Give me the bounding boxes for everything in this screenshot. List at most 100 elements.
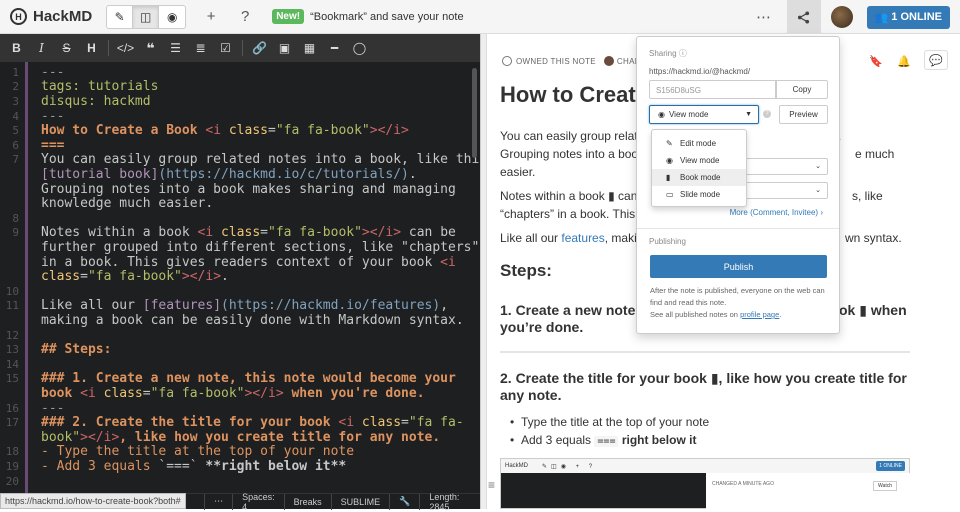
line-number: 15 [5, 372, 19, 385]
code-token: knowledge much easier. [41, 196, 214, 211]
line-number: 5 [12, 124, 19, 137]
copy-button[interactable]: Copy [776, 80, 828, 99]
code-line[interactable]: ### 2. Create the title for your book <i… [41, 415, 464, 430]
code-line[interactable]: class="fa fa-book"></i>. [41, 269, 229, 284]
code-line[interactable]: --- [41, 65, 64, 80]
bullet-list-button[interactable]: ☰ [163, 34, 188, 62]
image-button[interactable]: ▣ [272, 34, 297, 62]
code-line[interactable]: tags: tutorials [41, 79, 158, 94]
table-button[interactable]: ▦ [297, 34, 322, 62]
wrench-icon: 🔧 [399, 496, 411, 506]
chevron-down-icon: ⌄ [815, 187, 821, 194]
code-line[interactable]: disqus: hackmd [41, 94, 151, 109]
code-line[interactable]: Grouping notes into a book makes sharing… [41, 182, 456, 197]
code-line[interactable]: ## Steps: [41, 342, 111, 357]
keymap-setting[interactable]: SUBLIME [330, 493, 390, 510]
online-users-button[interactable]: 👥 1 ONLINE [866, 5, 950, 29]
profile-page-link[interactable]: profile page [740, 310, 779, 319]
navbar-right: ⋯ 👥 1 ONLINE [747, 0, 960, 34]
comments-button[interactable]: 💬 [924, 50, 948, 70]
line-breaks-toggle[interactable]: Breaks [283, 493, 331, 510]
view-mode-button[interactable]: ◉ [159, 6, 185, 28]
plus-icon: + [206, 8, 216, 25]
preferences-button[interactable]: 🔧 [389, 493, 419, 510]
preview-button[interactable]: Preview [779, 105, 828, 124]
mini-online-badge: 1 ONLINE [876, 461, 905, 471]
share-mode-option[interactable]: ▮ Book mode [652, 169, 746, 186]
code-line[interactable]: How to Create a Book <i class="fa fa-boo… [41, 123, 409, 138]
code-token: book [41, 386, 81, 401]
notifications-button[interactable]: 🔔 [890, 50, 918, 72]
user-avatar[interactable] [830, 6, 853, 28]
code-line[interactable]: book"></i>, like how you create title fo… [41, 430, 440, 445]
mini-icons: ✎◫◉ + ? [542, 463, 597, 470]
toolbar-divider [108, 40, 109, 56]
features-link[interactable]: features [561, 231, 604, 245]
share-icon [797, 10, 810, 24]
strikethrough-button[interactable]: S [54, 34, 79, 62]
more-permissions-link[interactable]: More (Comment, Invitee) › [730, 208, 823, 217]
bold-button[interactable]: B [4, 34, 29, 62]
mode-label: View mode [680, 156, 720, 165]
help-icon[interactable]: ? [763, 110, 771, 118]
share-mode-select[interactable]: ◉ View mode ▼ [649, 105, 759, 124]
share-button[interactable] [786, 0, 821, 34]
code-token: = [80, 269, 88, 284]
announcement-link[interactable]: “Bookmark” and save your note [310, 11, 463, 23]
code-line[interactable]: knowledge much easier. [41, 196, 213, 211]
horizontal-rule-button[interactable]: ━ [322, 34, 347, 62]
code-token: in a book. This gives readers context of… [41, 255, 441, 270]
columns-icon: ◫ [140, 9, 152, 24]
code-line[interactable]: Like all our [features](https://hackmd.i… [41, 298, 448, 313]
new-note-button[interactable]: + [194, 0, 228, 34]
checklist-button[interactable]: ☑ [213, 34, 238, 62]
document-length: Length: 2845 [419, 492, 480, 512]
heading-button[interactable]: H [79, 34, 104, 62]
code-token: , like how you create title for any note… [119, 430, 441, 445]
code-line[interactable]: ### 1. Create a new note, this note woul… [41, 371, 456, 386]
code-line[interactable]: [tutorial book](https://hackmd.io/c/tuto… [41, 167, 417, 182]
markdown-editor[interactable]: B I S H </> ❝ ☰ ≣ ☑ 🔗 ▣ ▦ ━ ◯ 12 3 45 67 89 1… [0, 34, 487, 512]
code-area[interactable]: 1 2 3 4 5 6 7 8 9 10 11 12 13 14 15 16 17 18 19 20 --- tags:… [0, 62, 487, 493]
help-button[interactable]: ? [228, 0, 262, 34]
pane-splitter[interactable] [480, 34, 487, 509]
code-line[interactable]: book <i class="fa fa-book"></i> when you… [41, 386, 425, 401]
code-line[interactable]: === [41, 138, 64, 153]
code-line[interactable]: - Type the title at the top of your note [41, 444, 354, 459]
code-token: <i [338, 415, 362, 430]
publish-button[interactable]: Publish [650, 255, 827, 278]
link-button[interactable]: 🔗 [247, 34, 272, 62]
code-line[interactable]: --- [41, 401, 64, 416]
both-mode-button[interactable]: ◫ [133, 5, 160, 28]
code-token: can be [401, 225, 456, 240]
code-button[interactable]: </> [113, 34, 138, 62]
line-number: 2 [12, 80, 19, 93]
share-mode-option[interactable]: ▭ Slide mode [652, 186, 746, 203]
share-mode-option[interactable]: ◉ View mode [652, 152, 746, 169]
statusbar-more-button[interactable]: ⋯ [204, 493, 232, 510]
code-token: ### 1. Create a new note, this note woul… [41, 371, 456, 386]
code-line[interactable]: further grouped into different sections,… [41, 240, 479, 255]
numbered-list-button[interactable]: ≣ [188, 34, 213, 62]
code-line[interactable]: Notes within a book <i class="fa fa-book… [41, 225, 456, 240]
comment-button[interactable]: ◯ [347, 34, 372, 62]
code-line[interactable]: making a book can be easily done with Ma… [41, 313, 464, 328]
code-line[interactable]: --- [41, 109, 64, 124]
code-token: making a book can be easily done with Ma… [41, 313, 464, 328]
edit-mode-button[interactable]: ✎ [107, 5, 134, 28]
bookmark-button[interactable]: 🔖 [862, 50, 890, 72]
code-line[interactable]: in a book. This gives readers context of… [41, 255, 456, 270]
code-token: class [41, 269, 81, 284]
share-mode-option[interactable]: ✎ Edit mode [652, 135, 746, 152]
editor-scrollbar[interactable] [472, 68, 477, 158]
share-url-input[interactable]: S156D8uSG [649, 80, 776, 99]
more-menu-button[interactable]: ⋯ [747, 0, 781, 34]
mini-brand: HackMD [505, 463, 529, 469]
code-line[interactable]: - Add 3 equals `===` **right below it** [41, 459, 346, 474]
code-line[interactable]: You can easily group related notes into … [41, 152, 487, 167]
indent-setting[interactable]: Spaces: 4 [232, 492, 284, 512]
quote-button[interactable]: ❝ [138, 34, 163, 62]
brand[interactable]: H HackMD [10, 8, 92, 25]
italic-button[interactable]: I [29, 34, 54, 62]
text: can [618, 189, 638, 203]
